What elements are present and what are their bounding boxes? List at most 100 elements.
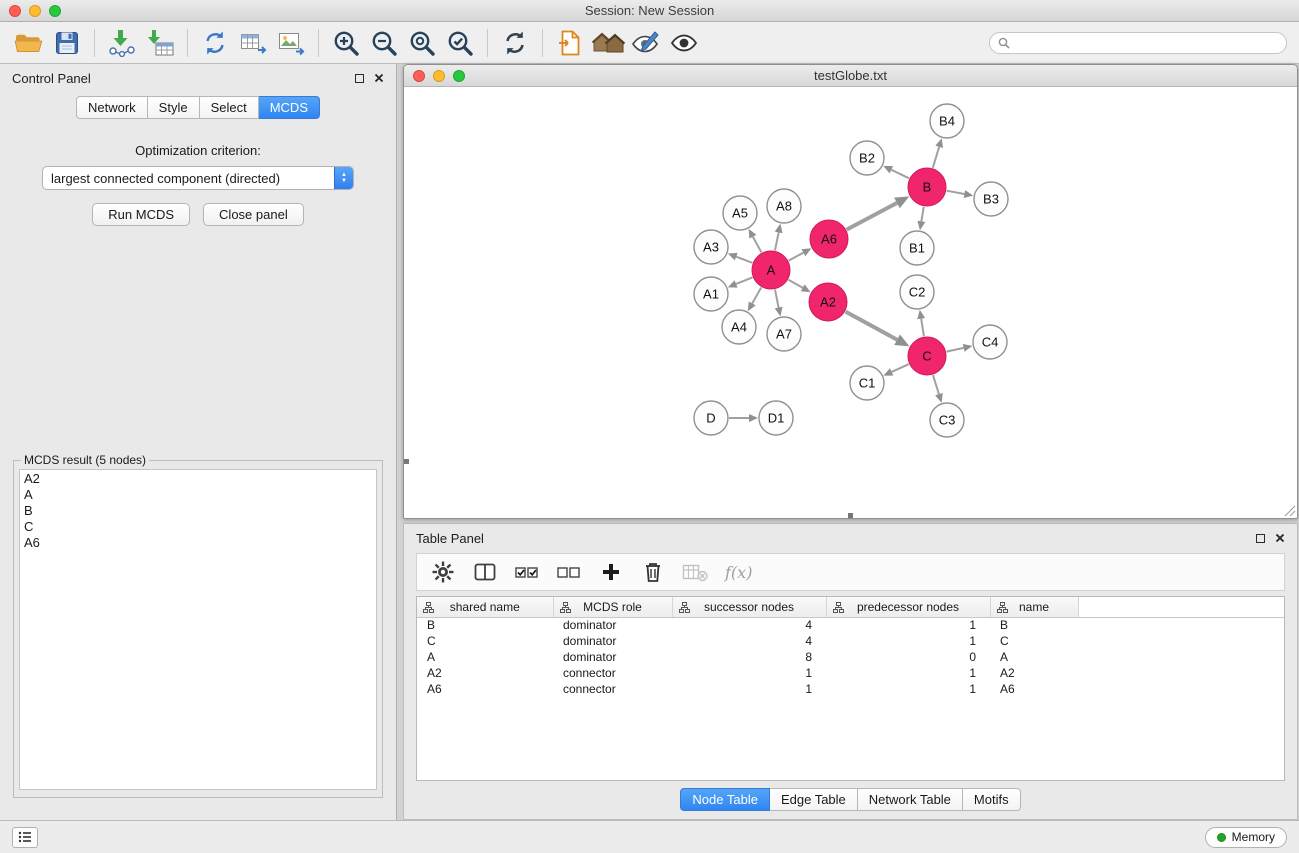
home-views-icon[interactable] bbox=[589, 26, 627, 60]
table-cell[interactable]: 4 bbox=[672, 633, 826, 649]
task-history-icon[interactable] bbox=[12, 827, 38, 848]
mcds-result-list[interactable]: A2ABCA6 bbox=[19, 469, 377, 790]
minimize-window-button[interactable] bbox=[29, 5, 41, 17]
graph-edge-B-B1[interactable] bbox=[921, 207, 923, 222]
table-cell[interactable]: A bbox=[990, 649, 1078, 665]
tab-select[interactable]: Select bbox=[200, 96, 259, 119]
tab-network[interactable]: Network bbox=[76, 96, 148, 119]
table-row[interactable]: A2connector11A2 bbox=[417, 665, 1284, 681]
network-close-button[interactable] bbox=[413, 70, 425, 82]
deselect-all-icon[interactable] bbox=[553, 557, 585, 587]
table-cell[interactable]: A6 bbox=[417, 681, 553, 697]
table-cell[interactable]: B bbox=[990, 617, 1078, 633]
graph-edge-A2-C[interactable] bbox=[846, 312, 898, 340]
show-columns-icon[interactable] bbox=[469, 557, 501, 587]
column-header-shared-name[interactable]: shared name bbox=[417, 597, 553, 617]
table-cell[interactable]: A6 bbox=[990, 681, 1078, 697]
table-cell[interactable]: dominator bbox=[553, 617, 672, 633]
graph-edge-A-A4[interactable] bbox=[752, 287, 761, 303]
close-window-button[interactable] bbox=[9, 5, 21, 17]
network-arrows-icon[interactable] bbox=[196, 26, 234, 60]
graph-edge-A6-B[interactable] bbox=[847, 203, 897, 230]
tab-mcds[interactable]: MCDS bbox=[259, 96, 320, 119]
graph-edge-A-A5[interactable] bbox=[753, 237, 762, 253]
mcds-result-item[interactable]: A bbox=[24, 487, 372, 503]
eye-icon[interactable] bbox=[665, 26, 703, 60]
table-tab-node-table[interactable]: Node Table bbox=[680, 788, 770, 811]
graph-edge-C-C3[interactable] bbox=[933, 375, 939, 394]
table-cell[interactable]: 1 bbox=[826, 681, 990, 697]
open-session-icon[interactable] bbox=[10, 26, 48, 60]
table-cell[interactable]: dominator bbox=[553, 633, 672, 649]
table-cell[interactable]: 1 bbox=[826, 665, 990, 681]
table-row[interactable]: A6connector11A6 bbox=[417, 681, 1284, 697]
table-tab-edge-table[interactable]: Edge Table bbox=[770, 788, 858, 811]
table-cell[interactable]: A bbox=[417, 649, 553, 665]
graph-edge-A-A3[interactable] bbox=[736, 257, 752, 263]
column-header-mcds-role[interactable]: MCDS role bbox=[553, 597, 672, 617]
column-header-name[interactable]: name bbox=[990, 597, 1078, 617]
network-canvas[interactable]: AA1A2A3A4A5A6A7A8BB1B2B3B4CC1C2C3C4DD1 bbox=[404, 87, 1297, 518]
table-cell[interactable]: connector bbox=[553, 681, 672, 697]
select-all-icon[interactable] bbox=[511, 557, 543, 587]
table-cell[interactable]: A2 bbox=[990, 665, 1078, 681]
table-cell[interactable]: B bbox=[417, 617, 553, 633]
network-zoom-button[interactable] bbox=[453, 70, 465, 82]
graph-edge-C-C2[interactable] bbox=[921, 319, 924, 337]
table-cell[interactable]: dominator bbox=[553, 649, 672, 665]
tab-style[interactable]: Style bbox=[148, 96, 200, 119]
close-panel-icon[interactable] bbox=[374, 73, 384, 83]
table-tab-network-table[interactable]: Network Table bbox=[858, 788, 963, 811]
export-image-icon[interactable] bbox=[272, 26, 310, 60]
graph-edge-A-A2[interactable] bbox=[788, 280, 802, 288]
save-session-icon[interactable] bbox=[48, 26, 86, 60]
eye-edit-icon[interactable] bbox=[627, 26, 665, 60]
table-cell[interactable]: A2 bbox=[417, 665, 553, 681]
table-cell[interactable]: connector bbox=[553, 665, 672, 681]
graph-edge-C-C4[interactable] bbox=[947, 348, 964, 352]
table-row[interactable]: Cdominator41C bbox=[417, 633, 1284, 649]
table-arrows-icon[interactable] bbox=[234, 26, 272, 60]
delete-column-icon[interactable] bbox=[637, 557, 669, 587]
refresh-icon[interactable] bbox=[496, 26, 534, 60]
table-cell[interactable]: 8 bbox=[672, 649, 826, 665]
table-cell[interactable]: 4 bbox=[672, 617, 826, 633]
graph-edge-A-A7[interactable] bbox=[775, 290, 779, 308]
table-cell[interactable]: 0 bbox=[826, 649, 990, 665]
optimization-criterion-dropdown[interactable]: largest connected component (directed) ▲… bbox=[42, 166, 354, 190]
graph-edge-C-C1[interactable] bbox=[892, 364, 909, 372]
search-box[interactable] bbox=[989, 32, 1287, 54]
table-settings-gear-icon[interactable] bbox=[427, 557, 459, 587]
mcds-result-item[interactable]: C bbox=[24, 519, 372, 535]
resize-handle-left[interactable] bbox=[404, 459, 409, 464]
zoom-out-icon[interactable] bbox=[365, 26, 403, 60]
search-input[interactable] bbox=[1015, 36, 1278, 50]
run-mcds-button[interactable]: Run MCDS bbox=[92, 203, 190, 226]
table-cell[interactable]: C bbox=[990, 633, 1078, 649]
graph-edge-B-B2[interactable] bbox=[891, 170, 909, 179]
zoom-selected-icon[interactable] bbox=[441, 26, 479, 60]
zoom-fit-icon[interactable] bbox=[403, 26, 441, 60]
import-network-icon[interactable] bbox=[103, 26, 141, 60]
mcds-result-item[interactable]: A2 bbox=[24, 471, 372, 487]
network-minimize-button[interactable] bbox=[433, 70, 445, 82]
close-table-panel-icon[interactable] bbox=[1275, 533, 1285, 543]
graph-edge-A-A6[interactable] bbox=[789, 253, 804, 261]
mcds-result-item[interactable]: A6 bbox=[24, 535, 372, 551]
mcds-result-item[interactable]: B bbox=[24, 503, 372, 519]
table-cell[interactable]: 1 bbox=[672, 681, 826, 697]
zoom-window-button[interactable] bbox=[49, 5, 61, 17]
table-row[interactable]: Bdominator41B bbox=[417, 617, 1284, 633]
graph-edge-A-A1[interactable] bbox=[736, 277, 752, 284]
table-tab-motifs[interactable]: Motifs bbox=[963, 788, 1021, 811]
graph-edge-B-B3[interactable] bbox=[947, 191, 965, 194]
export-document-icon[interactable] bbox=[551, 26, 589, 60]
table-row[interactable]: Adominator80A bbox=[417, 649, 1284, 665]
add-column-icon[interactable] bbox=[595, 557, 627, 587]
float-table-panel-icon[interactable] bbox=[1256, 534, 1265, 543]
column-header-predecessor-nodes[interactable]: predecessor nodes bbox=[826, 597, 990, 617]
close-panel-button[interactable]: Close panel bbox=[203, 203, 304, 226]
resize-handle-bottom[interactable] bbox=[848, 513, 853, 518]
graph-edge-B-B4[interactable] bbox=[933, 147, 939, 168]
table-cell[interactable]: C bbox=[417, 633, 553, 649]
